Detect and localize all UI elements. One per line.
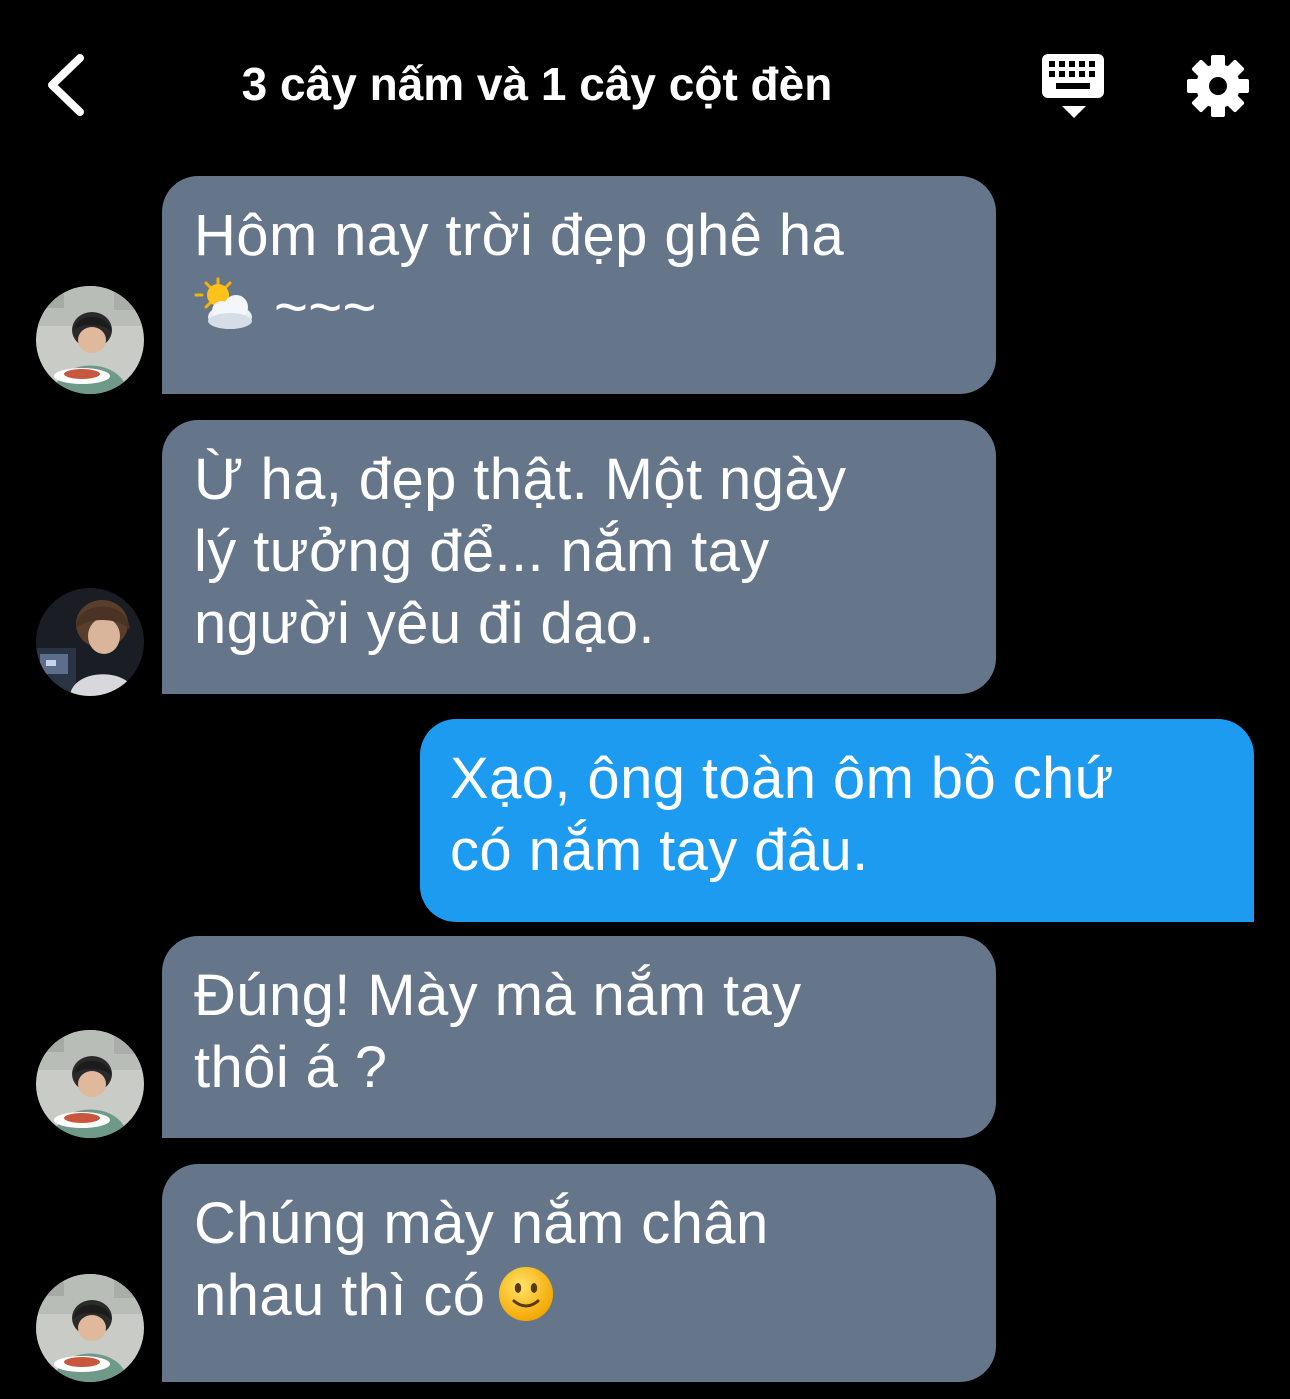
message-bubble-incoming[interactable]: Hôm nay trời đẹp ghê ha ~~~	[162, 176, 996, 394]
message-line: Đúng! Mày mà nắm tay	[194, 963, 802, 1028]
slightly-smiling-face-emoji	[499, 1267, 554, 1321]
avatar-boy-eating	[36, 286, 144, 394]
gear-icon	[1187, 55, 1249, 117]
message-bubble-incoming[interactable]: Chúng mày nắm chân nhau thì có	[162, 1164, 996, 1382]
message-line: Xạo, ông toàn ôm bồ chứ	[450, 746, 1114, 811]
avatar[interactable]	[36, 588, 144, 696]
message-line: Chúng mày nắm chân	[194, 1191, 769, 1256]
message-line: thôi á ?	[194, 1035, 388, 1100]
message-text: ~~~	[274, 275, 377, 340]
sun-behind-cloud-emoji	[194, 277, 252, 329]
message-bubble-outgoing[interactable]: Xạo, ông toàn ôm bồ chứ có nắm tay đâu.	[420, 719, 1254, 922]
keyboard-icon	[1042, 54, 1104, 118]
keyboard-toggle-button[interactable]	[1040, 52, 1108, 122]
message-line: người yêu đi dạo.	[194, 591, 655, 656]
message-bubble-incoming[interactable]: Ừ ha, đẹp thật. Một ngày lý tưởng để... …	[162, 420, 996, 694]
message-line-with-emoji: ~~~	[194, 272, 976, 344]
message-line: Hôm nay trời đẹp ghê ha	[194, 203, 845, 268]
avatar[interactable]	[36, 286, 144, 394]
message-line: lý tưởng để... nắm tay	[194, 519, 770, 584]
avatar-boy-dark	[36, 588, 144, 696]
chat-header: 3 cây nấm và 1 cây cột đèn	[0, 0, 1290, 160]
message-text: nhau thì có	[194, 1263, 486, 1328]
message-line: Ừ ha, đẹp thật. Một ngày	[194, 447, 847, 512]
message-bubble-incoming[interactable]: Đúng! Mày mà nắm tay thôi á ?	[162, 936, 996, 1138]
message-line-with-emoji: nhau thì có	[194, 1260, 976, 1332]
avatar-boy-eating	[36, 1274, 144, 1382]
avatar[interactable]	[36, 1274, 144, 1382]
chat-title: 3 cây nấm và 1 cây cột đèn	[241, 58, 833, 110]
settings-button[interactable]	[1186, 54, 1250, 118]
message-line: có nắm tay đâu.	[450, 818, 869, 883]
avatar[interactable]	[36, 1030, 144, 1138]
avatar-boy-eating	[36, 1030, 144, 1138]
